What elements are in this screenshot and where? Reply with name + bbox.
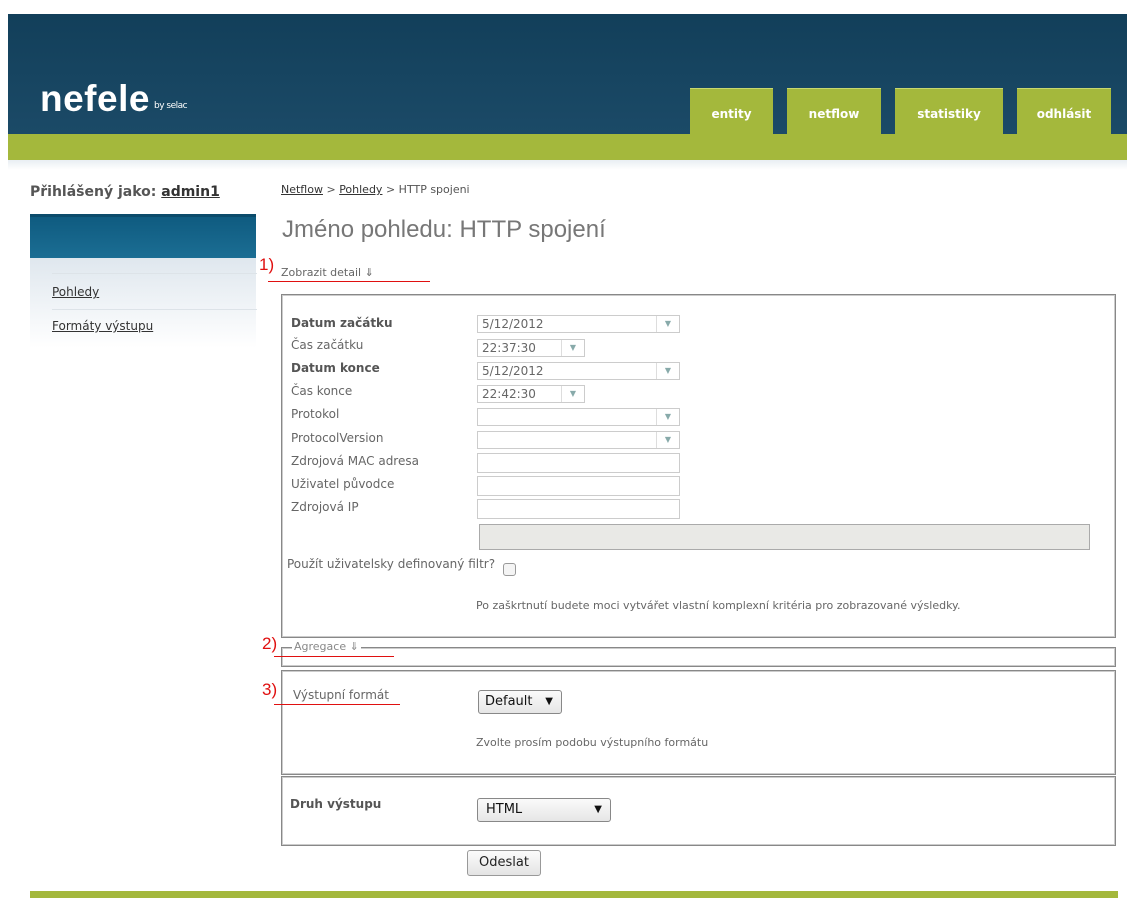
chevron-down-icon: ▼	[656, 432, 679, 448]
protocol-label: Protokol	[291, 407, 340, 421]
sidebar-item-formaty-vystupu[interactable]: Formáty výstupu	[52, 319, 153, 333]
legend-line	[371, 647, 379, 648]
nav-statistiky[interactable]: statistiky	[895, 88, 1003, 135]
mac-label: Zdrojová MAC adresa	[291, 454, 419, 468]
caret-down-icon: ▼	[545, 696, 553, 707]
end-date-select[interactable]: 5/12/2012 ▼	[477, 362, 680, 380]
logo: nefele	[40, 78, 150, 119]
chevron-down-icon: ▼	[561, 386, 584, 402]
nav-label: entity	[711, 107, 752, 121]
annotation-underline	[274, 704, 400, 705]
logged-label: Přihlášený jako:	[30, 184, 157, 200]
breadcrumb: Netflow > Pohledy > HTTP spojeni	[281, 183, 470, 196]
annotation-underline	[274, 656, 394, 657]
sidebar-background	[30, 258, 256, 348]
nav-entity[interactable]: entity	[690, 88, 773, 135]
output-type-fieldset	[281, 776, 1116, 846]
nav-label: netflow	[808, 107, 860, 121]
caret-down-icon: ▼	[594, 804, 602, 815]
start-time-value: 22:37:30	[482, 341, 536, 355]
output-format-select[interactable]: Default ▼	[478, 690, 562, 714]
start-time-label: Čas začátku	[291, 338, 364, 352]
start-date-select[interactable]: 5/12/2012 ▼	[477, 315, 680, 333]
end-date-value: 5/12/2012	[482, 364, 544, 378]
breadcrumb-pohledy[interactable]: Pohledy	[339, 183, 382, 196]
annotation-2: 2)	[262, 634, 278, 653]
chevron-down-icon: ▼	[656, 363, 679, 379]
start-date-value: 5/12/2012	[482, 317, 544, 331]
start-time-select[interactable]: 22:37:30 ▼	[477, 339, 585, 357]
detail-toggle[interactable]: Zobrazit detail ⇓	[279, 266, 376, 279]
legend-line	[283, 647, 291, 648]
chevron-down-icon: ▼	[656, 316, 679, 332]
user-input[interactable]	[477, 476, 680, 496]
protocol-select[interactable]: ▼	[477, 408, 680, 426]
header-shadow	[8, 160, 1127, 170]
breadcrumb-sep: >	[382, 183, 399, 196]
user-label: Uživatel původce	[291, 477, 395, 491]
logged-in-info: Přihlášený jako: admin1	[30, 184, 220, 200]
output-format-fieldset	[281, 670, 1116, 775]
nav-odhlasit[interactable]: odhlásit	[1017, 88, 1111, 135]
protocol-version-label: ProtocolVersion	[291, 431, 384, 445]
ip-label: Zdrojová IP	[291, 500, 359, 514]
filter-textarea[interactable]	[479, 524, 1090, 550]
custom-filter-checkbox[interactable]	[503, 563, 516, 576]
protocol-version-select[interactable]: ▼	[477, 431, 680, 449]
end-date-label: Datum konce	[291, 361, 380, 375]
output-format-label: Výstupní formát	[293, 688, 389, 702]
end-time-value: 22:42:30	[482, 387, 536, 401]
aggregation-toggle[interactable]: Agregace ⇓	[292, 640, 361, 653]
nav-label: odhlásit	[1036, 107, 1092, 121]
output-format-value: Default	[485, 694, 533, 709]
nav-label: statistiky	[917, 107, 981, 121]
logged-user[interactable]: admin1	[161, 184, 220, 200]
page-title: Jméno pohledu: HTTP spojení	[282, 216, 606, 243]
annotation-underline	[268, 281, 430, 282]
output-format-help: Zvolte prosím podobu výstupního formátu	[476, 736, 709, 749]
chevron-down-icon: ▼	[561, 340, 584, 356]
output-type-label: Druh výstupu	[290, 797, 382, 811]
breadcrumb-current: HTTP spojeni	[398, 183, 470, 196]
start-date-label: Datum začátku	[291, 316, 393, 330]
output-type-value: HTML	[486, 802, 523, 817]
ip-input[interactable]	[477, 499, 680, 519]
sidebar-item-pohledy[interactable]: Pohledy	[52, 285, 99, 299]
footer-bar	[30, 891, 1118, 898]
breadcrumb-netflow[interactable]: Netflow	[281, 183, 323, 196]
mac-input[interactable]	[477, 453, 680, 473]
aggregation-fieldset	[281, 647, 1116, 667]
logo-tagline: by selac	[154, 101, 188, 111]
sidebar-header-box	[30, 214, 256, 261]
custom-filter-label: Použít uživatelsky definovaný filtr?	[287, 557, 496, 571]
annotation-3: 3)	[262, 680, 278, 699]
chevron-down-icon: ▼	[656, 409, 679, 425]
header-green-strip	[8, 134, 1127, 160]
nav-netflow[interactable]: netflow	[787, 88, 881, 135]
annotation-1: 1)	[259, 255, 275, 274]
end-time-select[interactable]: 22:42:30 ▼	[477, 385, 585, 403]
sidebar-divider	[52, 309, 257, 310]
submit-button[interactable]: Odeslat	[467, 850, 541, 876]
sidebar-divider	[52, 273, 257, 274]
output-type-select[interactable]: HTML ▼	[477, 798, 611, 822]
custom-filter-help: Po zaškrtnutí budete moci vytvářet vlast…	[476, 599, 961, 612]
breadcrumb-sep: >	[322, 183, 340, 196]
end-time-label: Čas konce	[291, 384, 353, 398]
